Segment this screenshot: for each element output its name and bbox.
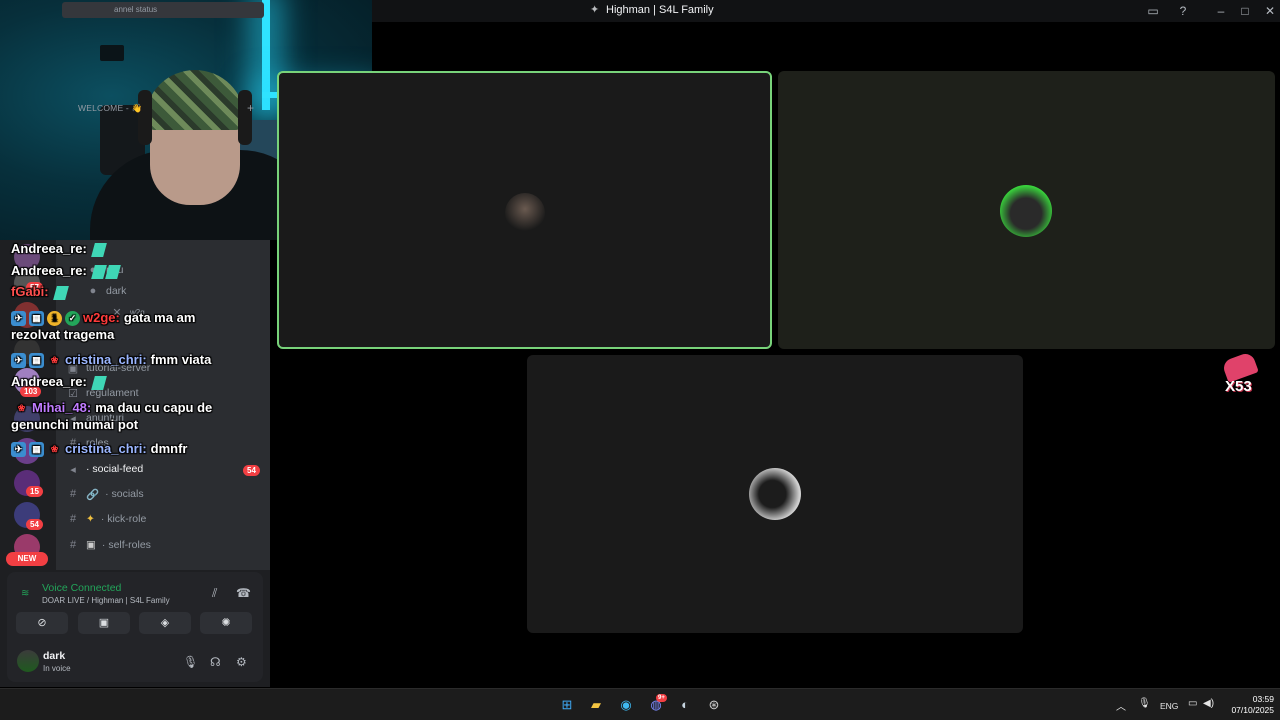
video-tile[interactable] [527,355,1023,633]
chat-message: Andreea_re: [11,374,107,390]
voice-panel: ≋ Voice Connected DOAR LIVE / Highman | … [7,572,263,682]
sub-badge-icon: ▦ [29,442,44,458]
edge-icon[interactable]: ◉ [617,696,635,714]
rose-icon: ❀ [17,403,26,414]
add-channel-icon[interactable]: + [247,101,254,115]
soundboard-button[interactable]: ✺ [200,612,252,634]
chat-message-continued: rezolvat tragema [11,327,115,342]
chat-message: ❀ Mihai_48: ma dau cu capu de [14,400,213,416]
show-hidden-icons-icon[interactable]: ︿ [1116,698,1126,713]
windows-start-icon[interactable]: ⊞ [558,696,576,714]
steam-icon[interactable]: ◐ [676,696,694,714]
video-tile-speaking[interactable] [277,71,772,349]
window-title: ✦ Highman | S4L Family [590,4,714,16]
verified-badge-icon: ✓ [65,311,80,327]
disconnect-icon[interactable]: ☎ [236,586,251,600]
activity-button[interactable]: ◈ [139,612,191,634]
emote-icon [90,264,107,279]
close-icon[interactable]: ✕ [1262,3,1278,19]
emote-icon [90,242,107,257]
chat-message: fGabi: [11,284,69,300]
channel-social-feed[interactable]: ◂ · social-feed [66,460,143,478]
username[interactable]: dark [43,650,65,662]
minimize-icon[interactable]: – [1213,3,1229,19]
settings-icon[interactable]: ⚙ [236,655,247,669]
inbox-icon[interactable]: ▭ [1145,3,1161,19]
chat-message: Andreea_re: [11,263,121,279]
overlay-logo: X53 [1225,378,1252,395]
help-icon[interactable]: ? [1175,3,1191,19]
sub-badge-icon: ✈ [11,353,26,369]
user-status: In voice [43,664,71,673]
clock[interactable]: 03:59 07/10/2025 [1222,694,1274,716]
chat-message: Andreea_re: [11,241,107,257]
participant-avatar [749,468,801,520]
rose-icon: ❀ [50,355,59,366]
microphone-icon[interactable]: 🎙 [1138,698,1151,709]
headphones-icon[interactable]: ☊ [210,655,221,669]
sub-badge-icon: ▦ [29,353,44,369]
app-icon[interactable]: ⊛ [705,696,723,714]
sub-badge-icon: ✈ [11,442,26,458]
network-icon[interactable]: ▭ [1188,698,1197,709]
server-badge: 54 [26,519,43,530]
emote-icon [104,264,121,279]
camera-button[interactable]: ⊘ [16,612,68,634]
headphones [238,90,252,145]
hash-icon: # [69,488,77,500]
announcement-icon: ◂ [70,463,76,476]
gift-badge: 1 [47,311,62,327]
channel-kick-role[interactable]: # ✦ · kick-role [66,510,146,528]
file-explorer-icon[interactable]: ▰ [587,696,605,714]
channel-self-roles[interactable]: # ▣ · self-roles [66,536,151,554]
emote-icon [52,285,69,300]
taskbar: ⊞ ▰ ◉ ◍ 9+ ◐ ⊛ ︿ 🎙 ENG ▭ ◀) 03:59 07/10/… [0,688,1280,720]
title-bar [372,0,1280,22]
screen-share-button[interactable]: ▣ [78,612,130,634]
channel-status[interactable]: annel status [62,2,264,18]
noise-suppression-icon[interactable]: ⫽ [212,586,217,601]
microphone-icon[interactable]: 🎙 [183,655,198,669]
chat-message: ✈ ▦ ❀ cristina_chri: dmnfr [11,441,188,458]
rose-icon: ❀ [50,444,59,455]
avatar[interactable] [17,650,39,672]
discord-badge: 9+ [656,694,667,702]
participant-avatar [1000,185,1052,237]
channel-socials[interactable]: # 🔗 · socials [66,485,144,503]
chat-message: ✈ ▦ ❀ cristina_chri: fmm viata [11,352,211,369]
chat-message: ✈ ▦ 1 ✓ w2ge: gata ma am [11,310,195,327]
language-indicator[interactable]: ENG [1160,701,1178,711]
sub-badge-icon: ✈ [11,311,26,327]
headphones [138,90,152,145]
emote-icon [90,375,107,390]
sub-badge-icon: ▦ [29,311,44,327]
server-badge: 15 [26,486,43,497]
maximize-icon[interactable]: □ [1237,3,1253,19]
hash-icon: # [69,513,77,525]
server-logo-icon: ✦ [590,4,600,16]
chat-message-continued: genunchi mumai pot [11,417,139,432]
signal-icon[interactable]: ≋ [21,588,29,599]
new-badge: NEW [6,552,48,566]
voice-status[interactable]: Voice Connected [42,582,121,594]
box-icon: ▣ [86,539,96,551]
wall-sign [100,45,124,61]
member-dark[interactable]: ● dark [86,282,127,300]
volume-icon[interactable]: ◀) [1203,698,1214,709]
sparkle-icon: ✦ [86,513,95,525]
link-icon: 🔗 [86,488,100,501]
avatar-icon: ● [89,285,97,297]
unread-badge: 54 [243,465,260,476]
voice-channel[interactable]: DOAR LIVE / Highman | S4L Family [42,596,170,605]
category-welcome[interactable]: WELCOME - 👋 [78,103,142,114]
participant-avatar [505,193,545,233]
streamer-cap [145,70,245,130]
video-tile[interactable] [778,71,1275,349]
hash-icon: # [69,539,77,551]
